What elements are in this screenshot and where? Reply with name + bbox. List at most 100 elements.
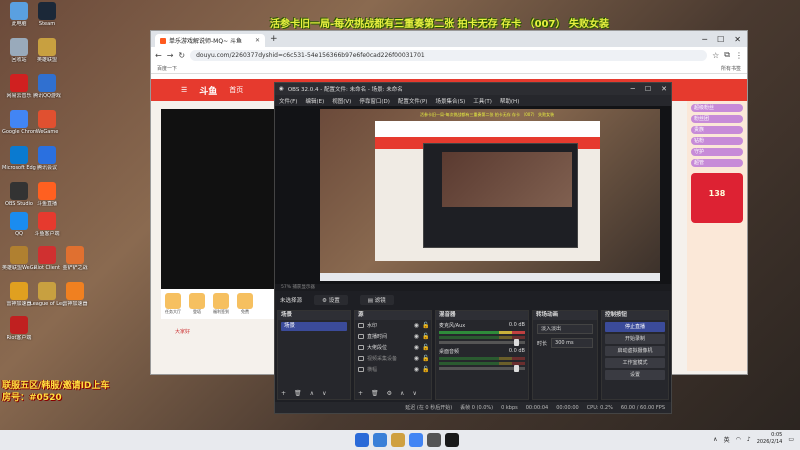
- obs-close-icon[interactable]: ✕: [661, 85, 667, 93]
- douyu-menu-icon[interactable]: ☰: [181, 86, 187, 94]
- desktop-icon[interactable]: Riot客户端: [2, 316, 36, 341]
- gift-item[interactable]: 登塔: [189, 293, 205, 315]
- lock-icon[interactable]: 🔓: [422, 322, 429, 329]
- obs-menu-item[interactable]: 文件(F): [279, 97, 297, 105]
- gift-item[interactable]: 免费: [237, 293, 253, 315]
- side-promo-banner[interactable]: 138: [691, 173, 743, 223]
- minimize-icon[interactable]: ─: [702, 35, 707, 44]
- obs-menu-item[interactable]: 编辑(E): [305, 97, 324, 105]
- duration-input[interactable]: 300 ms: [551, 338, 593, 348]
- maximize-icon[interactable]: ☐: [717, 35, 724, 44]
- side-badge[interactable]: 守护: [691, 148, 743, 156]
- forward-icon[interactable]: →: [167, 51, 174, 60]
- obs-menu-item[interactable]: 工具(T): [473, 97, 492, 105]
- notification-icon[interactable]: ▭: [788, 436, 794, 443]
- desktop-icon[interactable]: Steam: [30, 2, 64, 27]
- scene-item[interactable]: 场景: [281, 322, 347, 331]
- volume-icon[interactable]: ♪: [747, 436, 751, 443]
- source-item[interactable]: 水印 ◉ 🔓: [355, 320, 431, 331]
- gift-item[interactable]: 福利签到: [213, 293, 229, 315]
- taskbar-app-icon[interactable]: [427, 433, 441, 447]
- control-button[interactable]: 启动虚拟摄像机: [605, 346, 665, 356]
- source-up-icon[interactable]: ∧: [400, 390, 404, 397]
- tray-chevron-icon[interactable]: ∧: [713, 436, 717, 443]
- volume-slider[interactable]: [439, 339, 525, 346]
- new-tab-icon[interactable]: +: [270, 34, 278, 44]
- lock-icon[interactable]: 🔓: [422, 344, 429, 351]
- lock-icon[interactable]: 🔓: [422, 355, 429, 362]
- browser-tab[interactable]: 单乐游戏解说师-MQ~ 斗鱼 ✕: [155, 34, 265, 47]
- remove-scene-icon[interactable]: 🗑: [294, 390, 302, 397]
- obs-minimize-icon[interactable]: ─: [631, 85, 635, 93]
- gift-item[interactable]: 任务大厅: [165, 293, 181, 315]
- desktop-icon[interactable]: 斗鱼客户端: [30, 212, 64, 237]
- desktop-icon[interactable]: 腾讯QQ游戏: [30, 74, 64, 99]
- side-badge[interactable]: 粉丝团: [691, 115, 743, 123]
- lock-icon[interactable]: 🔓: [422, 333, 429, 340]
- control-button[interactable]: 设置: [605, 370, 665, 380]
- source-item[interactable]: 横幅 ◉ 🔓: [355, 364, 431, 375]
- lock-icon[interactable]: 🔓: [422, 366, 429, 373]
- desktop-icon[interactable]: WeGame: [30, 110, 64, 135]
- clock[interactable]: 0:05 2026/2/14: [757, 432, 783, 446]
- visibility-eye-icon[interactable]: ◉: [414, 333, 419, 340]
- extensions-icon[interactable]: ⧉: [724, 50, 730, 60]
- source-down-icon[interactable]: ∨: [412, 390, 416, 397]
- chrome-menu-icon[interactable]: ⋮: [735, 51, 743, 60]
- desktop-icon[interactable]: 雷神加速器: [58, 282, 92, 307]
- filters-button[interactable]: ▤ 滤镜: [359, 295, 394, 305]
- wifi-icon[interactable]: ◠: [736, 436, 741, 443]
- start-button-icon[interactable]: [355, 433, 369, 447]
- desktop-icon[interactable]: 斗鱼直播: [30, 182, 64, 207]
- douyu-nav-home[interactable]: 首页: [229, 85, 243, 95]
- obs-maximize-icon[interactable]: ☐: [645, 85, 651, 93]
- bookmark-baidu[interactable]: 百度一下: [157, 65, 177, 72]
- taskbar-app-icon[interactable]: [445, 433, 459, 447]
- douyu-logo[interactable]: 斗鱼: [199, 84, 217, 97]
- side-badge[interactable]: 超管: [691, 159, 743, 167]
- obs-menu-item[interactable]: 停靠窗口(D): [359, 97, 390, 105]
- tab-close-icon[interactable]: ✕: [255, 37, 260, 44]
- taskbar-app-icon[interactable]: [373, 433, 387, 447]
- input-lang[interactable]: 英: [724, 435, 730, 444]
- desktop-icon[interactable]: 腾讯会议: [30, 146, 64, 171]
- video-player[interactable]: [161, 109, 281, 289]
- close-icon[interactable]: ✕: [734, 35, 741, 44]
- taskbar-app-icon[interactable]: [391, 433, 405, 447]
- scene-up-icon[interactable]: ∧: [310, 390, 314, 397]
- control-button[interactable]: 工作室模式: [605, 358, 665, 368]
- source-item[interactable]: 视频采集设备 ◉ 🔓: [355, 353, 431, 364]
- desktop-icon[interactable]: 英雄联盟: [30, 38, 64, 63]
- control-button[interactable]: 开始录制: [605, 334, 665, 344]
- obs-menu-item[interactable]: 配置文件(P): [398, 97, 428, 105]
- obs-menu-item[interactable]: 视图(V): [332, 97, 351, 105]
- scene-down-icon[interactable]: ∨: [322, 390, 326, 397]
- visibility-eye-icon[interactable]: ◉: [414, 322, 419, 329]
- transition-select[interactable]: 淡入淡出: [537, 324, 593, 334]
- back-icon[interactable]: ←: [155, 51, 162, 60]
- visibility-eye-icon[interactable]: ◉: [414, 344, 419, 351]
- add-scene-icon[interactable]: +: [281, 390, 286, 397]
- side-badge[interactable]: 贵族: [691, 126, 743, 134]
- obs-menu-item[interactable]: 帮助(H): [500, 97, 519, 105]
- bookmark-star-icon[interactable]: ☆: [712, 51, 719, 60]
- control-button[interactable]: 停止直播: [605, 322, 665, 332]
- source-item[interactable]: 直播时间 ◉ 🔓: [355, 331, 431, 342]
- side-badge[interactable]: 超级粉丝: [691, 104, 743, 112]
- properties-button[interactable]: ⚙ 设置: [314, 295, 348, 305]
- reload-icon[interactable]: ↻: [178, 51, 185, 60]
- side-badge[interactable]: 钻粉: [691, 137, 743, 145]
- obs-preview-canvas[interactable]: 活参卡旧一局-每次挑战都有三重奏第二张 拍卡无存 存卡 （007） 失败女装: [320, 109, 660, 281]
- visibility-eye-icon[interactable]: ◉: [414, 355, 419, 362]
- volume-slider[interactable]: [439, 365, 525, 372]
- taskbar-app-icon[interactable]: [409, 433, 423, 447]
- add-source-icon[interactable]: +: [358, 390, 363, 397]
- visibility-eye-icon[interactable]: ◉: [414, 366, 419, 373]
- remove-source-icon[interactable]: 🗑: [371, 390, 379, 397]
- url-input[interactable]: douyu.com/2260377dyshid=c6c531-54e156366…: [190, 49, 708, 61]
- source-settings-icon[interactable]: ⚙: [387, 390, 392, 397]
- source-item[interactable]: 大佬段位 ◉ 🔓: [355, 342, 431, 353]
- all-bookmarks[interactable]: 所有书签: [721, 65, 741, 72]
- obs-menu-item[interactable]: 场景集合(S): [435, 97, 465, 105]
- desktop-icon[interactable]: 金铲铲之战: [58, 246, 92, 271]
